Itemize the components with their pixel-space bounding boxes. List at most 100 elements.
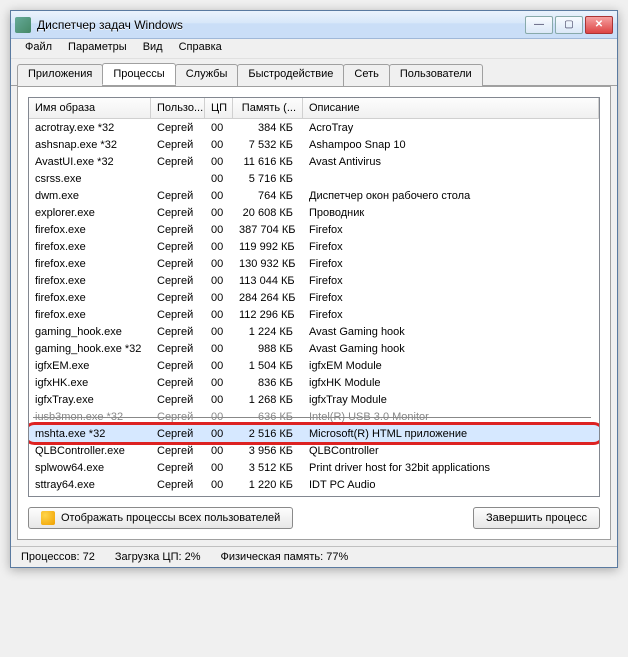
cell-mem: 11 616 КБ: [233, 156, 303, 168]
status-memory: Физическая память: 77%: [221, 551, 349, 563]
cell-cpu: 00: [205, 343, 233, 355]
cell-mem: 3 956 КБ: [233, 445, 303, 457]
cell-mem: 384 КБ: [233, 122, 303, 134]
col-cpu[interactable]: ЦП: [205, 98, 233, 118]
cell-image: firefox.exe: [29, 309, 151, 321]
cell-desc: Intel(R) USB 3.0 Monitor: [303, 411, 599, 423]
table-row[interactable]: gaming_hook.exe *32Сергей00988 КБAvast G…: [29, 340, 599, 357]
table-row[interactable]: igfxHK.exeСергей00836 КБigfxHK Module: [29, 374, 599, 391]
menu-options[interactable]: Параметры: [60, 39, 135, 58]
cell-mem: 387 704 КБ: [233, 224, 303, 236]
cell-desc: igfxEM Module: [303, 360, 599, 372]
tab-users[interactable]: Пользователи: [389, 64, 483, 86]
table-row[interactable]: explorer.exeСергей0020 608 КБПроводник: [29, 204, 599, 221]
table-row[interactable]: gaming_hook.exeСергей001 224 КБAvast Gam…: [29, 323, 599, 340]
table-row[interactable]: firefox.exeСергей00284 264 КБFirefox: [29, 289, 599, 306]
table-row[interactable]: mshta.exe *32Сергей002 516 КБMicrosoft(R…: [29, 425, 599, 442]
shield-icon: [41, 511, 55, 525]
cell-cpu: 00: [205, 445, 233, 457]
cell-cpu: 00: [205, 462, 233, 474]
list-header[interactable]: Имя образа Пользо... ЦП Память (... Опис…: [29, 98, 599, 119]
menu-file[interactable]: Файл: [17, 39, 60, 58]
cell-mem: 119 992 КБ: [233, 241, 303, 253]
cell-mem: 112 296 КБ: [233, 309, 303, 321]
table-row[interactable]: firefox.exeСергей00112 296 КБFirefox: [29, 306, 599, 323]
cell-cpu: 00: [205, 241, 233, 253]
cell-image: gaming_hook.exe: [29, 326, 151, 338]
close-button[interactable]: ✕: [585, 16, 613, 34]
cell-image: iusb3mon.exe *32: [29, 411, 151, 423]
tab-applications[interactable]: Приложения: [17, 64, 103, 86]
table-row[interactable]: csrss.exe005 716 КБ: [29, 170, 599, 187]
cell-mem: 836 КБ: [233, 377, 303, 389]
menu-help[interactable]: Справка: [171, 39, 230, 58]
table-row[interactable]: firefox.exeСергей00119 992 КБFirefox: [29, 238, 599, 255]
col-user[interactable]: Пользо...: [151, 98, 205, 118]
table-row[interactable]: splwow64.exeСергей003 512 КБPrint driver…: [29, 459, 599, 476]
show-all-users-button[interactable]: Отображать процессы всех пользователей: [28, 507, 293, 529]
cell-user: Сергей: [151, 377, 205, 389]
tab-networking[interactable]: Сеть: [343, 64, 389, 86]
tab-body: Имя образа Пользо... ЦП Память (... Опис…: [17, 86, 611, 540]
cell-mem: 988 КБ: [233, 343, 303, 355]
cell-desc: Проводник: [303, 207, 599, 219]
table-row[interactable]: firefox.exeСергей00387 704 КБFirefox: [29, 221, 599, 238]
cell-user: Сергей: [151, 462, 205, 474]
menu-view[interactable]: Вид: [135, 39, 171, 58]
cell-desc: Firefox: [303, 258, 599, 270]
tab-performance[interactable]: Быстродействие: [237, 64, 344, 86]
cell-mem: 1 220 КБ: [233, 479, 303, 491]
end-process-button[interactable]: Завершить процесс: [473, 507, 600, 529]
cell-desc: QLBController: [303, 445, 599, 457]
table-row[interactable]: iusb3mon.exe *32Сергей00636 КБIntel(R) U…: [29, 408, 599, 425]
table-row[interactable]: igfxEM.exeСергей001 504 КБigfxEM Module: [29, 357, 599, 374]
tab-strip: Приложения Процессы Службы Быстродействи…: [11, 59, 617, 86]
minimize-button[interactable]: —: [525, 16, 553, 34]
cell-desc: Microsoft(R) HTML приложение: [303, 428, 599, 440]
cell-image: firefox.exe: [29, 292, 151, 304]
cell-mem: 764 КБ: [233, 190, 303, 202]
cell-user: Сергей: [151, 411, 205, 423]
table-row[interactable]: sttray64.exeСергей001 220 КБIDT PC Audio: [29, 476, 599, 493]
statusbar: Процессов: 72 Загрузка ЦП: 2% Физическая…: [11, 546, 617, 567]
maximize-button[interactable]: ▢: [555, 16, 583, 34]
cell-desc: Диспетчер окон рабочего стола: [303, 190, 599, 202]
table-row[interactable]: AvastUI.exe *32Сергей0011 616 КБAvast An…: [29, 153, 599, 170]
table-row[interactable]: firefox.exeСергей00113 044 КБFirefox: [29, 272, 599, 289]
col-image[interactable]: Имя образа: [29, 98, 151, 118]
table-row[interactable]: dwm.exeСергей00764 КБДиспетчер окон рабо…: [29, 187, 599, 204]
cell-desc: igfxTray Module: [303, 394, 599, 406]
cell-user: Сергей: [151, 343, 205, 355]
cell-cpu: 00: [205, 224, 233, 236]
process-list[interactable]: Имя образа Пользо... ЦП Память (... Опис…: [28, 97, 600, 497]
cell-desc: Firefox: [303, 241, 599, 253]
cell-user: Сергей: [151, 275, 205, 287]
show-all-users-label: Отображать процессы всех пользователей: [61, 512, 280, 524]
table-row[interactable]: QLBController.exeСергей003 956 КБQLBCont…: [29, 442, 599, 459]
col-memory[interactable]: Память (...: [233, 98, 303, 118]
tab-services[interactable]: Службы: [175, 64, 239, 86]
app-icon: [15, 17, 31, 33]
cell-mem: 5 716 КБ: [233, 173, 303, 185]
status-cpu: Загрузка ЦП: 2%: [115, 551, 201, 563]
cell-mem: 1 504 КБ: [233, 360, 303, 372]
cell-user: Сергей: [151, 445, 205, 457]
cell-image: igfxTray.exe: [29, 394, 151, 406]
table-row[interactable]: ashsnap.exe *32Сергей007 532 КБAshampoo …: [29, 136, 599, 153]
task-manager-window: Диспетчер задач Windows — ▢ ✕ Файл Парам…: [10, 10, 618, 568]
cell-image: QLBController.exe: [29, 445, 151, 457]
table-row[interactable]: acrotray.exe *32Сергей00384 КБAcroTray: [29, 119, 599, 136]
table-row[interactable]: igfxTray.exeСергей001 268 КБigfxTray Mod…: [29, 391, 599, 408]
cell-user: Сергей: [151, 241, 205, 253]
tab-processes[interactable]: Процессы: [102, 63, 175, 85]
cell-cpu: 00: [205, 428, 233, 440]
table-row[interactable]: firefox.exeСергей00130 932 КБFirefox: [29, 255, 599, 272]
titlebar[interactable]: Диспетчер задач Windows — ▢ ✕: [11, 11, 617, 39]
cell-image: ashsnap.exe *32: [29, 139, 151, 151]
list-body[interactable]: acrotray.exe *32Сергей00384 КБAcroTrayas…: [29, 119, 599, 496]
cell-desc: Ashampoo Snap 10: [303, 139, 599, 151]
cell-image: igfxEM.exe: [29, 360, 151, 372]
col-description[interactable]: Описание: [303, 98, 599, 118]
cell-user: Сергей: [151, 258, 205, 270]
cell-desc: Firefox: [303, 275, 599, 287]
